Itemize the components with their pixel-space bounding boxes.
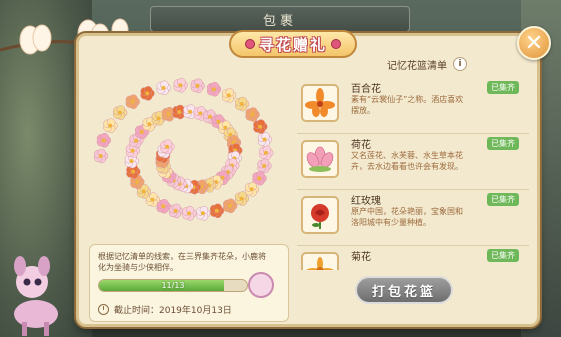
title-knot-right-icon [331, 39, 341, 49]
spiral-flower [113, 105, 128, 120]
collection-progress-bar: 11/13 [98, 279, 248, 292]
deer-companion-icon [14, 256, 58, 336]
spiral-flower [196, 206, 211, 221]
list-item[interactable]: 荷花 又名莲花、水芙蓉、水生草本花卉，去水边看看也许会有发现。 已集齐 [297, 134, 529, 190]
spiral-flower [173, 77, 188, 93]
spiral-flower [209, 203, 225, 219]
rose-icon [311, 204, 329, 229]
flower-spiral [81, 58, 311, 258]
collection-progress-label: 11/13 [161, 281, 185, 290]
flower-name: 红玫瑰 [351, 196, 381, 207]
pack-basket-button[interactable]: 打包花篮 [355, 276, 453, 304]
spiral-flower [257, 158, 272, 174]
spiral-flower [182, 206, 197, 221]
chrysanthemum-icon [306, 257, 334, 270]
collection-hint-text: 根据记忆清单的线索，在三界集齐花朵，小鹿将化为坐骑与少侠相伴。 [98, 252, 266, 272]
spiral-flower [103, 118, 118, 133]
deadline-text: 截止时间：2019年10月13日 [114, 306, 232, 316]
flower-spiral-graphic [93, 77, 274, 221]
flower-description: 原产中国，花朵艳丽，宝象国和洛阳城中有少量种植。 [351, 207, 463, 227]
spiral-flower [93, 148, 109, 164]
flower-name: 荷花 [351, 140, 371, 151]
flower-thumb [301, 196, 339, 234]
spiral-flower [160, 139, 175, 155]
memory-basket-list-header: 记忆花篮清单 i [329, 54, 525, 74]
spiral-flower [125, 94, 140, 110]
collection-info-box: 根据记忆清单的线索，在三界集齐花朵，小鹿将化为坐骑与少侠相伴。 11/13 截止… [89, 244, 289, 322]
spiral-flower [257, 132, 273, 147]
flower-gift-panel: 寻花赠礼 ✕ 根据记忆清单的线索，在三界集齐花朵，小鹿将化为坐骑与少侠相伴。 1… [76, 26, 551, 327]
flower-name: 菊花 [351, 252, 371, 263]
close-icon: ✕ [524, 30, 544, 56]
spiral-flower [245, 107, 260, 122]
deadline-row: 截止时间：2019年10月13日 [98, 303, 232, 316]
panel-title: 寻花赠礼 [258, 35, 327, 54]
flower-thumb [301, 252, 339, 270]
list-item[interactable]: 菊花 已集齐 [297, 246, 529, 270]
deer-avatar-icon [248, 272, 274, 298]
spiral-flower [206, 81, 222, 97]
spiral-flower [253, 119, 268, 134]
lotus-icon [306, 146, 334, 172]
flower-thumb [301, 84, 339, 122]
lily-icon [305, 88, 335, 117]
pack-basket-label: 打包花篮 [371, 284, 436, 300]
list-header-title: 记忆花篮清单 [387, 60, 447, 72]
collected-badge: 已集齐 [487, 249, 519, 262]
collected-badge: 已集齐 [487, 81, 519, 94]
banner-title: 包裹 [262, 13, 297, 29]
spiral-flower [259, 145, 274, 161]
list-item[interactable]: 百合花 素有“云裳仙子”之称。酒店喜欢摆放。 已集齐 [297, 78, 529, 134]
spiral-flower [221, 88, 237, 103]
info-icon[interactable]: i [453, 57, 467, 71]
list-item[interactable]: 红玫瑰 原产中国，花朵艳丽，宝象国和洛阳城中有少量种植。 已集齐 [297, 190, 529, 246]
flower-description: 素有“云裳仙子”之称。酒店喜欢摆放。 [351, 95, 464, 115]
spiral-flower [234, 96, 250, 112]
flower-list[interactable]: 百合花 素有“云裳仙子”之称。酒店喜欢摆放。 已集齐 荷花 又名莲花、水芙蓉、水… [297, 78, 529, 270]
spiral-flower [156, 80, 171, 96]
spiral-flower [96, 133, 112, 148]
title-knot-left-icon [244, 39, 255, 49]
collected-badge: 已集齐 [487, 137, 519, 150]
clock-icon [98, 304, 109, 315]
flower-thumb [301, 140, 339, 178]
inventory-banner: 包裹 [150, 6, 410, 32]
collected-badge: 已集齐 [487, 193, 519, 206]
spiral-flower [190, 78, 205, 94]
spiral-flower [168, 203, 184, 219]
flower-description: 又名莲花、水芙蓉、水生草本花卉，去水边看看也许会有发现。 [351, 151, 463, 171]
spiral-flower [140, 86, 155, 101]
flower-name: 百合花 [351, 84, 381, 95]
